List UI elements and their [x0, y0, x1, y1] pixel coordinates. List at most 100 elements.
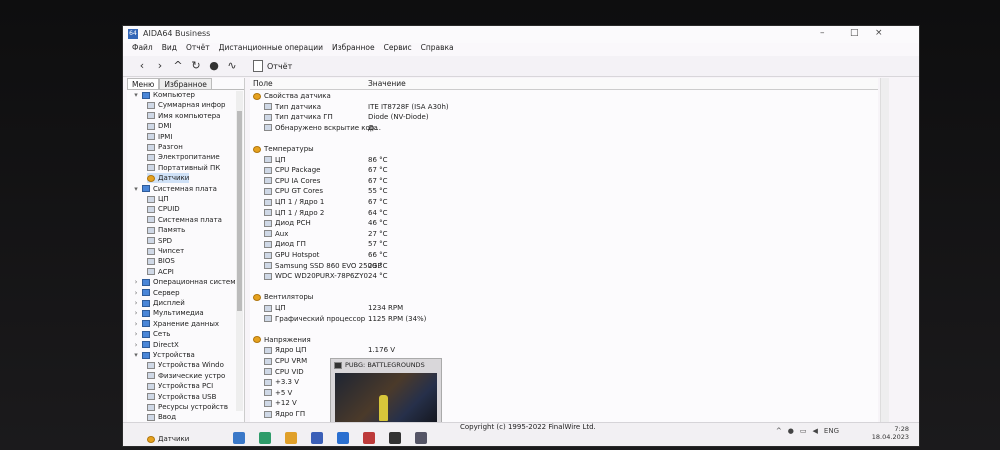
menu-item-3[interactable]: Дистанционные операции [219, 43, 323, 56]
tree-expand-icon[interactable]: › [133, 319, 139, 329]
taskbar-app-5-icon[interactable] [337, 432, 349, 444]
sensor-row[interactable]: WDC WD20PURX-78P6ZY0 [264, 271, 368, 281]
sidebar-item[interactable]: Чипсет [147, 246, 184, 256]
sidebar-item[interactable]: CPUID [147, 204, 180, 214]
tree-expand-icon[interactable]: › [133, 340, 139, 350]
sensor-row[interactable]: Тип датчика [264, 102, 321, 112]
sensor-row[interactable]: Aux [264, 229, 288, 239]
tree-expand-icon[interactable]: › [133, 277, 139, 287]
network-icon[interactable]: ▭ [800, 427, 807, 435]
sidebar-item[interactable]: ▾ Устройства [133, 350, 195, 360]
sensor-row[interactable]: +3.3 V [264, 377, 299, 387]
close-button[interactable]: × [875, 28, 883, 38]
menu-item-0[interactable]: Файл [132, 43, 153, 56]
tree-expand-icon[interactable]: ▾ [133, 184, 139, 194]
tree-expand-icon[interactable]: › [133, 298, 139, 308]
taskbar-app-1-icon[interactable] [233, 432, 245, 444]
tree-expand-icon[interactable]: › [133, 288, 139, 298]
sensor-row[interactable]: Обнаружено вскрытие кор... [264, 123, 381, 133]
tree-expand-icon[interactable]: ▾ [133, 90, 139, 100]
menu-item-5[interactable]: Сервис [384, 43, 412, 56]
sensor-row[interactable]: ЦП 1 / Ядро 2 [264, 208, 324, 218]
tab-favorites[interactable]: Избранное [159, 78, 212, 89]
language-indicator[interactable]: ENG [824, 427, 839, 435]
sidebar-item[interactable]: Портативный ПК [147, 163, 220, 173]
tree-expand-icon[interactable]: › [133, 308, 139, 318]
sensor-row[interactable]: GPU Hotspot [264, 250, 319, 260]
column-field[interactable]: Поле [253, 79, 273, 88]
sidebar-item[interactable]: Разгон [147, 142, 183, 152]
sidebar-item[interactable]: Имя компьютера [147, 111, 220, 121]
sidebar-item[interactable]: Системная плата [147, 215, 222, 225]
taskbar-app-2-icon[interactable] [259, 432, 271, 444]
clock[interactable]: 7:28 18.04.2023 [872, 425, 909, 441]
menu-item-2[interactable]: Отчёт [186, 43, 210, 56]
sidebar-item[interactable]: Устройства PCI [147, 381, 213, 391]
sidebar-item[interactable]: SPD [147, 236, 172, 246]
tab-menu[interactable]: Меню [127, 78, 160, 89]
sidebar-item[interactable]: Суммарная инфор [147, 100, 225, 110]
chevron-up-icon[interactable]: ^ [776, 427, 782, 435]
taskbar-app-8-icon[interactable] [415, 432, 427, 444]
sidebar-item[interactable]: › Сервер [133, 288, 180, 298]
sidebar-item[interactable]: ▾ Компьютер [133, 90, 195, 100]
microphone-icon[interactable]: ● [788, 427, 794, 435]
menu-item-6[interactable]: Справка [421, 43, 454, 56]
sensor-row[interactable]: +5 V [264, 388, 292, 398]
sidebar-item[interactable]: Электропитание [147, 152, 220, 162]
sensor-row[interactable]: CPU VID [264, 367, 304, 377]
sidebar-item[interactable]: Физические устро [147, 371, 225, 381]
forward-arrow-icon[interactable]: › [153, 59, 167, 73]
sidebar-item[interactable]: DMI [147, 121, 172, 131]
sidebar-item[interactable]: › Сеть [133, 329, 171, 339]
refresh-icon[interactable]: ↻ [189, 59, 203, 73]
sidebar-item[interactable]: Ввод [147, 412, 176, 422]
sidebar-item[interactable]: ACPI [147, 267, 174, 277]
content-scrollbar[interactable] [880, 78, 889, 423]
tree-expand-icon[interactable]: › [133, 329, 139, 339]
sidebar-item[interactable]: ▾ Системная плата [133, 184, 217, 194]
sensor-row[interactable]: +12 V [264, 398, 297, 408]
sensor-row[interactable]: ЦП 1 / Ядро 1 [264, 197, 324, 207]
menu-item-4[interactable]: Избранное [332, 43, 375, 56]
up-arrow-icon[interactable]: ^ [171, 59, 185, 73]
taskbar-app-6-icon[interactable] [363, 432, 375, 444]
report-button[interactable]: Отчёт [253, 60, 292, 72]
sensor-row[interactable]: Ядро ЦП [264, 345, 306, 355]
taskbar-app-3-icon[interactable] [285, 432, 297, 444]
taskbar-app-4-icon[interactable] [311, 432, 323, 444]
sensor-row[interactable]: Тип датчика ГП [264, 112, 333, 122]
taskbar-epic-icon[interactable] [389, 432, 401, 444]
sensor-row[interactable]: Samsung SSD 860 EVO 250GB [264, 261, 382, 271]
sensor-row[interactable]: CPU IA Cores [264, 176, 320, 186]
sensor-row[interactable]: CPU Package [264, 165, 320, 175]
sidebar-item[interactable]: Устройства USB [147, 392, 216, 402]
sidebar-item[interactable]: › Операционная систем [133, 277, 236, 287]
column-value[interactable]: Значение [368, 79, 406, 88]
sidebar-item[interactable]: Память [147, 225, 185, 235]
sensor-row[interactable]: CPU VRM [264, 356, 307, 366]
sidebar-scroll-thumb[interactable] [237, 111, 242, 311]
sidebar-scrollbar[interactable] [236, 91, 243, 411]
maximize-button[interactable]: □ [850, 28, 859, 38]
sensor-row[interactable]: ЦП [264, 155, 286, 165]
minimize-button[interactable]: – [820, 28, 825, 38]
sensor-row[interactable]: Диод PCH [264, 218, 311, 228]
sidebar-item[interactable]: › Мультимедиа [133, 308, 204, 318]
sidebar-item[interactable]: › DirectX [133, 340, 179, 350]
volume-icon[interactable]: ◀ [813, 427, 818, 435]
sensor-row[interactable]: CPU GT Cores [264, 186, 323, 196]
menu-item-1[interactable]: Вид [162, 43, 177, 56]
sidebar-item[interactable]: › Дисплей [133, 298, 185, 308]
sensor-row[interactable]: Ядро ГП [264, 409, 305, 419]
sensor-row[interactable]: Диод ГП [264, 239, 306, 249]
chart-icon[interactable]: ∿ [225, 59, 239, 73]
sidebar-item[interactable]: Ресурсы устройств [147, 402, 228, 412]
sidebar-item[interactable]: Устройства Windo [147, 360, 224, 370]
sidebar-item[interactable]: IPMI [147, 132, 172, 142]
sidebar-item[interactable]: ЦП [147, 194, 169, 204]
sensor-row[interactable]: ЦП [264, 303, 286, 313]
tree-expand-icon[interactable]: ▾ [133, 350, 139, 360]
sensor-row[interactable]: Графический процессор [264, 314, 365, 324]
sidebar-item[interactable]: › Хранение данных [133, 319, 219, 329]
